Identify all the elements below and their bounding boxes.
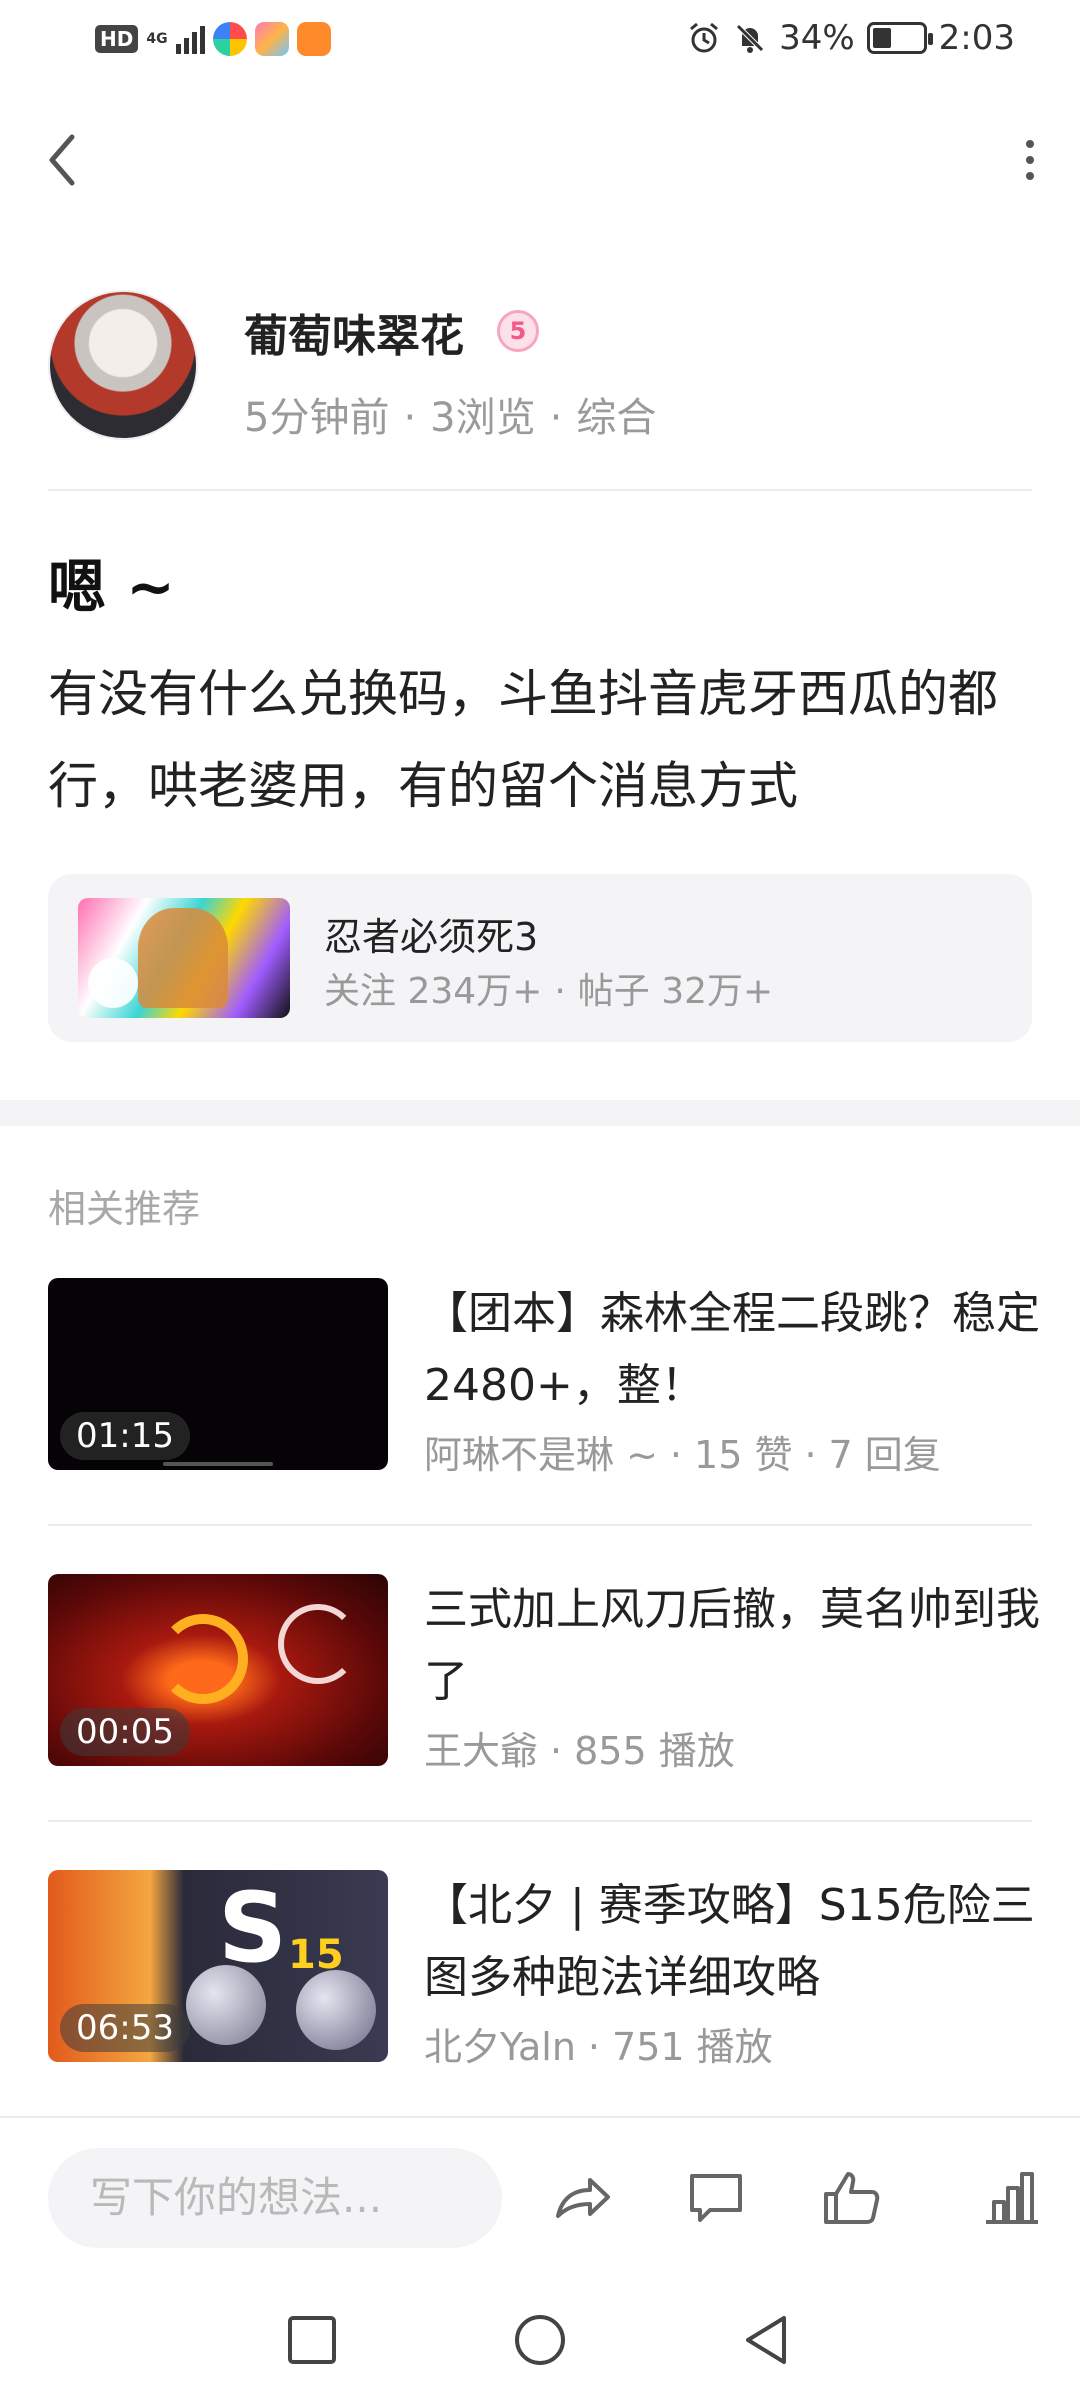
post-body: 有没有什么兑换码，斗鱼抖音虎牙西瓜的都行，哄老婆用，有的留个消息方式: [48, 665, 998, 815]
like-icon[interactable]: [820, 2166, 884, 2230]
recommend-item[interactable]: 00:05 三式加上风刀后撤，莫名帅到我了 王大爺 · 855 播放: [48, 1574, 1040, 1773]
battery-icon: [866, 22, 933, 54]
chevron-left-icon: [49, 134, 75, 186]
video-duration: 00:05: [60, 1708, 190, 1756]
recommend-meta: 北夕Yaln · 751 播放: [424, 2025, 773, 2069]
recommend-author: 阿琳不是琳 ~: [424, 1433, 658, 1477]
network-type: 4G: [146, 31, 168, 47]
level-badge: 5: [497, 310, 539, 352]
divider: [48, 489, 1032, 491]
alarm-icon: [690, 22, 719, 53]
recommend-heading: 相关推荐: [48, 1187, 201, 1231]
post-title: 嗯 ~: [48, 553, 175, 621]
status-bar: HD 4G 34% 2:03: [0, 0, 1080, 80]
recommend-author: 北夕Yaln: [424, 2025, 576, 2069]
post-time: 5分钟前: [244, 395, 390, 441]
recommend-title: 【北夕 | 赛季攻略】S15危险三图多种跑法详细攻略: [424, 1880, 1035, 2003]
game-thumbnail: [78, 898, 290, 1018]
play-count: 751 播放: [612, 2025, 773, 2069]
author-name[interactable]: 葡萄味翠花: [244, 300, 464, 364]
share-icon[interactable]: [550, 2166, 614, 2230]
divider: [48, 1820, 1032, 1822]
signal-icon: [175, 24, 205, 54]
divider: [48, 1524, 1032, 1526]
like-count: 15 赞: [694, 1433, 793, 1477]
recommend-title: 【团本】森林全程二段跳？稳定2480+，整！: [424, 1288, 1040, 1411]
app-icon: [212, 22, 247, 56]
video-duration: 06:53: [60, 2004, 190, 2052]
video-thumbnail: S 15 06:53: [48, 1870, 388, 2062]
hd-icon: HD: [95, 25, 139, 53]
comment-input[interactable]: 写下你的想法...: [48, 2148, 502, 2248]
recommend-item[interactable]: S 15 06:53 【北夕 | 赛季攻略】S15危险三图多种跑法详细攻略 北夕…: [48, 1870, 1035, 2069]
stats-icon[interactable]: [980, 2166, 1044, 2230]
play-count: 855 播放: [574, 1729, 735, 1773]
video-duration: 01:15: [60, 1412, 190, 1460]
action-bar: 写下你的想法...: [0, 2116, 1080, 2276]
view-count: 3浏览: [430, 395, 536, 441]
game-posts: 帖子 32万+: [577, 971, 774, 1012]
home-icon[interactable]: [512, 2312, 568, 2368]
game-card[interactable]: 忍者必须死3 关注 234万+ · 帖子 32万+: [48, 874, 1032, 1042]
recommend-author: 王大爺: [424, 1729, 539, 1773]
comment-icon[interactable]: [684, 2166, 748, 2230]
mute-icon: [736, 24, 764, 53]
clock: 2:03: [938, 18, 1015, 58]
game-followers: 关注 234万+: [324, 971, 543, 1012]
recent-apps-icon[interactable]: [284, 2312, 340, 2368]
battery-percent: 34%: [779, 18, 855, 58]
status-left: HD 4G: [95, 22, 331, 56]
avatar[interactable]: [48, 290, 198, 440]
recommend-meta: 阿琳不是琳 ~ · 15 赞 · 7 回复: [424, 1433, 941, 1477]
app-icon: [296, 22, 331, 56]
game-name: 忍者必须死3: [324, 915, 539, 959]
category-label: 综合: [576, 395, 657, 441]
status-right: 34% 2:03: [687, 18, 1015, 58]
more-vertical-icon: [1026, 140, 1034, 148]
back-icon[interactable]: [740, 2312, 796, 2368]
app-icon: [254, 22, 289, 56]
recommend-item[interactable]: 01:15 【团本】森林全程二段跳？稳定2480+，整！ 阿琳不是琳 ~ · 15 …: [48, 1278, 1040, 1477]
video-thumbnail: 00:05: [48, 1574, 388, 1766]
post-meta: 5分钟前 · 3浏览 · 综合: [244, 395, 657, 441]
game-stats: 关注 234万+ · 帖子 32万+: [324, 971, 774, 1012]
more-options-button[interactable]: [1020, 140, 1040, 180]
reply-count: 7 回复: [828, 1433, 941, 1477]
section-separator: [0, 1100, 1080, 1126]
video-thumbnail: 01:15: [48, 1278, 388, 1470]
recommend-title: 三式加上风刀后撤，莫名帅到我了: [424, 1584, 1040, 1707]
system-nav-bar: [0, 2276, 1080, 2400]
recommend-meta: 王大爺 · 855 播放: [424, 1729, 735, 1773]
back-button[interactable]: [40, 125, 90, 195]
